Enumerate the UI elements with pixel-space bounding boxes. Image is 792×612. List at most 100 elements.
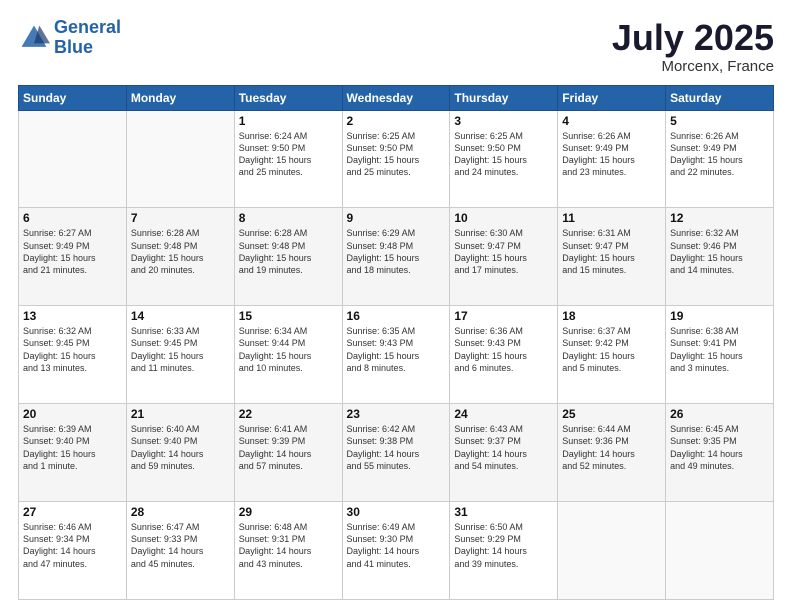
day-number: 8: [239, 211, 338, 225]
cell-info: Sunrise: 6:25 AMSunset: 9:50 PMDaylight:…: [454, 130, 553, 179]
week-row-3: 13 Sunrise: 6:32 AMSunset: 9:45 PMDayligh…: [19, 306, 774, 404]
day-number: 29: [239, 505, 338, 519]
cell-info: Sunrise: 6:44 AMSunset: 9:36 PMDaylight:…: [562, 423, 661, 472]
cell-info: Sunrise: 6:27 AMSunset: 9:49 PMDaylight:…: [23, 227, 122, 276]
calendar-cell: [558, 502, 666, 600]
week-row-4: 20 Sunrise: 6:39 AMSunset: 9:40 PMDayligh…: [19, 404, 774, 502]
logo-icon: [18, 22, 50, 54]
calendar-cell: 25 Sunrise: 6:44 AMSunset: 9:36 PMDayligh…: [558, 404, 666, 502]
calendar-cell: 24 Sunrise: 6:43 AMSunset: 9:37 PMDayligh…: [450, 404, 558, 502]
month-title: July 2025: [612, 18, 774, 58]
calendar-cell: 14 Sunrise: 6:33 AMSunset: 9:45 PMDayligh…: [126, 306, 234, 404]
cell-info: Sunrise: 6:43 AMSunset: 9:37 PMDaylight:…: [454, 423, 553, 472]
calendar-cell: 8 Sunrise: 6:28 AMSunset: 9:48 PMDaylight…: [234, 208, 342, 306]
day-number: 31: [454, 505, 553, 519]
day-number: 21: [131, 407, 230, 421]
cell-info: Sunrise: 6:40 AMSunset: 9:40 PMDaylight:…: [131, 423, 230, 472]
cell-info: Sunrise: 6:29 AMSunset: 9:48 PMDaylight:…: [347, 227, 446, 276]
day-number: 23: [347, 407, 446, 421]
location-subtitle: Morcenx, France: [612, 58, 774, 75]
day-number: 24: [454, 407, 553, 421]
cell-info: Sunrise: 6:25 AMSunset: 9:50 PMDaylight:…: [347, 130, 446, 179]
logo-line1: General: [54, 17, 121, 37]
day-number: 1: [239, 114, 338, 128]
calendar-cell: 28Sunrise: 6:47 AMSunset: 9:33 PMDayligh…: [126, 502, 234, 600]
calendar-cell: 12Sunrise: 6:32 AMSunset: 9:46 PMDayligh…: [666, 208, 774, 306]
calendar-cell: 21 Sunrise: 6:40 AMSunset: 9:40 PMDayligh…: [126, 404, 234, 502]
day-number: 5: [670, 114, 769, 128]
calendar-cell: 29 Sunrise: 6:48 AMSunset: 9:31 PMDayligh…: [234, 502, 342, 600]
day-number: 27: [23, 505, 122, 519]
cell-info: Sunrise: 6:32 AMSunset: 9:46 PMDaylight:…: [670, 227, 769, 276]
calendar-cell: 5 Sunrise: 6:26 AMSunset: 9:49 PMDaylight…: [666, 110, 774, 208]
cell-info: Sunrise: 6:41 AMSunset: 9:39 PMDaylight:…: [239, 423, 338, 472]
calendar-cell: 13 Sunrise: 6:32 AMSunset: 9:45 PMDayligh…: [19, 306, 127, 404]
cell-info: Sunrise: 6:45 AMSunset: 9:35 PMDaylight:…: [670, 423, 769, 472]
calendar-cell: 30Sunrise: 6:49 AMSunset: 9:30 PMDayligh…: [342, 502, 450, 600]
calendar-cell: 1Sunrise: 6:24 AMSunset: 9:50 PMDaylight…: [234, 110, 342, 208]
cell-info: Sunrise: 6:32 AMSunset: 9:45 PMDaylight:…: [23, 325, 122, 374]
cell-info: Sunrise: 6:48 AMSunset: 9:31 PMDaylight:…: [239, 521, 338, 570]
calendar-cell: [19, 110, 127, 208]
cell-info: Sunrise: 6:50 AMSunset: 9:29 PMDaylight:…: [454, 521, 553, 570]
day-number: 22: [239, 407, 338, 421]
calendar-cell: 18Sunrise: 6:37 AMSunset: 9:42 PMDayligh…: [558, 306, 666, 404]
calendar-cell: 9 Sunrise: 6:29 AMSunset: 9:48 PMDaylight…: [342, 208, 450, 306]
day-number: 19: [670, 309, 769, 323]
day-number: 15: [239, 309, 338, 323]
calendar-cell: 17 Sunrise: 6:36 AMSunset: 9:43 PMDayligh…: [450, 306, 558, 404]
calendar-cell: 27 Sunrise: 6:46 AMSunset: 9:34 PMDayligh…: [19, 502, 127, 600]
day-number: 25: [562, 407, 661, 421]
col-header-sunday: Sunday: [19, 85, 127, 110]
col-header-saturday: Saturday: [666, 85, 774, 110]
cell-info: Sunrise: 6:49 AMSunset: 9:30 PMDaylight:…: [347, 521, 446, 570]
calendar-cell: 23 Sunrise: 6:42 AMSunset: 9:38 PMDayligh…: [342, 404, 450, 502]
cell-info: Sunrise: 6:28 AMSunset: 9:48 PMDaylight:…: [239, 227, 338, 276]
day-number: 6: [23, 211, 122, 225]
week-row-2: 6 Sunrise: 6:27 AMSunset: 9:49 PMDaylight…: [19, 208, 774, 306]
day-number: 7: [131, 211, 230, 225]
cell-info: Sunrise: 6:35 AMSunset: 9:43 PMDaylight:…: [347, 325, 446, 374]
calendar-cell: 4 Sunrise: 6:26 AMSunset: 9:49 PMDaylight…: [558, 110, 666, 208]
day-number: 26: [670, 407, 769, 421]
calendar-cell: 10Sunrise: 6:30 AMSunset: 9:47 PMDayligh…: [450, 208, 558, 306]
col-header-tuesday: Tuesday: [234, 85, 342, 110]
cell-info: Sunrise: 6:34 AMSunset: 9:44 PMDaylight:…: [239, 325, 338, 374]
header: General Blue July 2025 Morcenx, France: [18, 18, 774, 75]
day-number: 13: [23, 309, 122, 323]
calendar-cell: [126, 110, 234, 208]
cell-info: Sunrise: 6:26 AMSunset: 9:49 PMDaylight:…: [562, 130, 661, 179]
cell-info: Sunrise: 6:46 AMSunset: 9:34 PMDaylight:…: [23, 521, 122, 570]
cell-info: Sunrise: 6:47 AMSunset: 9:33 PMDaylight:…: [131, 521, 230, 570]
day-number: 17: [454, 309, 553, 323]
calendar-cell: 2 Sunrise: 6:25 AMSunset: 9:50 PMDaylight…: [342, 110, 450, 208]
calendar-cell: 6 Sunrise: 6:27 AMSunset: 9:49 PMDaylight…: [19, 208, 127, 306]
cell-info: Sunrise: 6:28 AMSunset: 9:48 PMDaylight:…: [131, 227, 230, 276]
cell-info: Sunrise: 6:38 AMSunset: 9:41 PMDaylight:…: [670, 325, 769, 374]
day-number: 3: [454, 114, 553, 128]
day-number: 9: [347, 211, 446, 225]
cell-info: Sunrise: 6:42 AMSunset: 9:38 PMDaylight:…: [347, 423, 446, 472]
calendar-cell: 7 Sunrise: 6:28 AMSunset: 9:48 PMDaylight…: [126, 208, 234, 306]
logo-line2: Blue: [54, 37, 93, 57]
calendar-header-row: SundayMondayTuesdayWednesdayThursdayFrid…: [19, 85, 774, 110]
day-number: 20: [23, 407, 122, 421]
cell-info: Sunrise: 6:39 AMSunset: 9:40 PMDaylight:…: [23, 423, 122, 472]
cell-info: Sunrise: 6:30 AMSunset: 9:47 PMDaylight:…: [454, 227, 553, 276]
col-header-friday: Friday: [558, 85, 666, 110]
day-number: 2: [347, 114, 446, 128]
cell-info: Sunrise: 6:26 AMSunset: 9:49 PMDaylight:…: [670, 130, 769, 179]
week-row-1: 1Sunrise: 6:24 AMSunset: 9:50 PMDaylight…: [19, 110, 774, 208]
day-number: 16: [347, 309, 446, 323]
day-number: 4: [562, 114, 661, 128]
calendar-cell: 26 Sunrise: 6:45 AMSunset: 9:35 PMDayligh…: [666, 404, 774, 502]
day-number: 14: [131, 309, 230, 323]
cell-info: Sunrise: 6:33 AMSunset: 9:45 PMDaylight:…: [131, 325, 230, 374]
cell-info: Sunrise: 6:31 AMSunset: 9:47 PMDaylight:…: [562, 227, 661, 276]
cell-info: Sunrise: 6:37 AMSunset: 9:42 PMDaylight:…: [562, 325, 661, 374]
calendar-cell: 19 Sunrise: 6:38 AMSunset: 9:41 PMDayligh…: [666, 306, 774, 404]
day-number: 11: [562, 211, 661, 225]
cell-info: Sunrise: 6:36 AMSunset: 9:43 PMDaylight:…: [454, 325, 553, 374]
col-header-thursday: Thursday: [450, 85, 558, 110]
calendar-cell: 31 Sunrise: 6:50 AMSunset: 9:29 PMDayligh…: [450, 502, 558, 600]
